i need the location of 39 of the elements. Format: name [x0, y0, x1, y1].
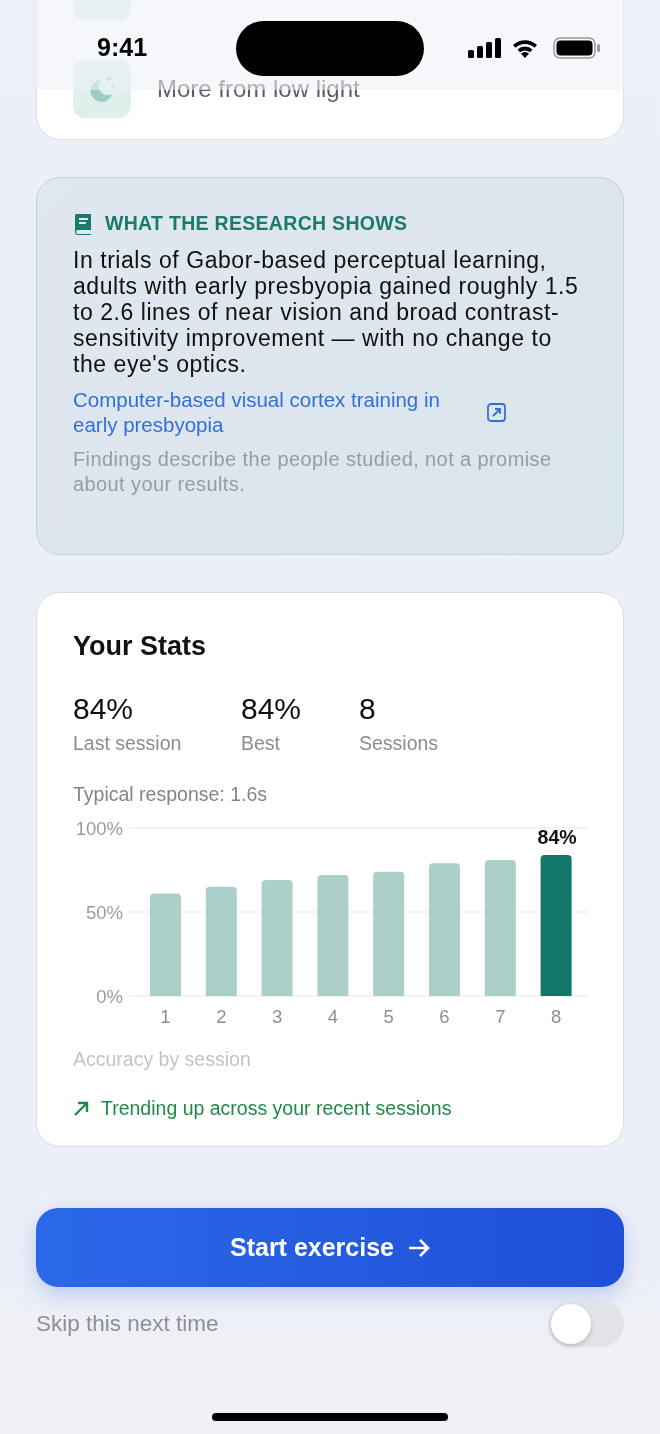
arrow-right-icon — [408, 1237, 430, 1258]
x-axis-label: 2 — [216, 1006, 227, 1027]
x-axis-label: 7 — [495, 1006, 506, 1027]
toggle-switch[interactable] — [548, 1301, 624, 1347]
y-axis-label: 100% — [75, 818, 123, 839]
book-icon — [73, 212, 93, 235]
metric-label: Last session — [73, 732, 183, 755]
start-exercise-button[interactable]: Start exercise — [36, 1208, 624, 1287]
study-link[interactable]: Computer-based visual cortex training in early presbyopia — [73, 387, 473, 437]
bar-value-label: 84% — [537, 825, 577, 848]
moon-icon — [73, 60, 131, 118]
signal-icon — [468, 38, 502, 58]
y-axis-label: 0% — [96, 986, 123, 1007]
x-axis-label: 6 — [439, 1006, 450, 1027]
trend-up-icon — [73, 1100, 89, 1117]
metric-value: 84% — [73, 692, 135, 726]
x-axis-label: 8 — [550, 1006, 562, 1027]
x-axis-label: 1 — [160, 1006, 171, 1027]
skip-label: Skip this next time — [36, 1311, 219, 1337]
x-axis-label: 3 — [271, 1006, 283, 1027]
card-title: Your Stats — [73, 631, 208, 662]
metric-value: 8 — [359, 692, 377, 726]
section-heading: WHAT THE RESEARCH SHOWS — [105, 212, 408, 235]
disclaimer-note: Findings describe the people studied, not a promise about your results. — [73, 447, 553, 497]
metric-label: Best — [241, 732, 282, 755]
status-time: 9:41 — [97, 33, 148, 62]
typical-response: Typical response: 1.6s — [73, 783, 269, 806]
research-summary: In trials of Gabor-based perceptual learning, adults with early presbyopia gained roughly 1.5 to 2.6 lines of near vision and broad contrast-sensitivity improvement — with no change to the eye's optics. — [73, 247, 580, 377]
battery-icon — [553, 37, 601, 59]
metric-value: 84% — [241, 692, 303, 726]
trend-message: Trending up across your recent sessions — [101, 1097, 452, 1120]
x-axis-label: 4 — [327, 1006, 339, 1027]
chart-caption: Accuracy by session — [73, 1048, 252, 1071]
metric-label: Sessions — [359, 732, 440, 755]
y-axis-label: 50% — [85, 902, 123, 923]
wifi-icon — [511, 38, 539, 58]
external-link-icon[interactable] — [487, 402, 506, 422]
x-axis-label: 5 — [383, 1006, 394, 1027]
list-item-label[interactable]: More from low light — [157, 75, 360, 103]
